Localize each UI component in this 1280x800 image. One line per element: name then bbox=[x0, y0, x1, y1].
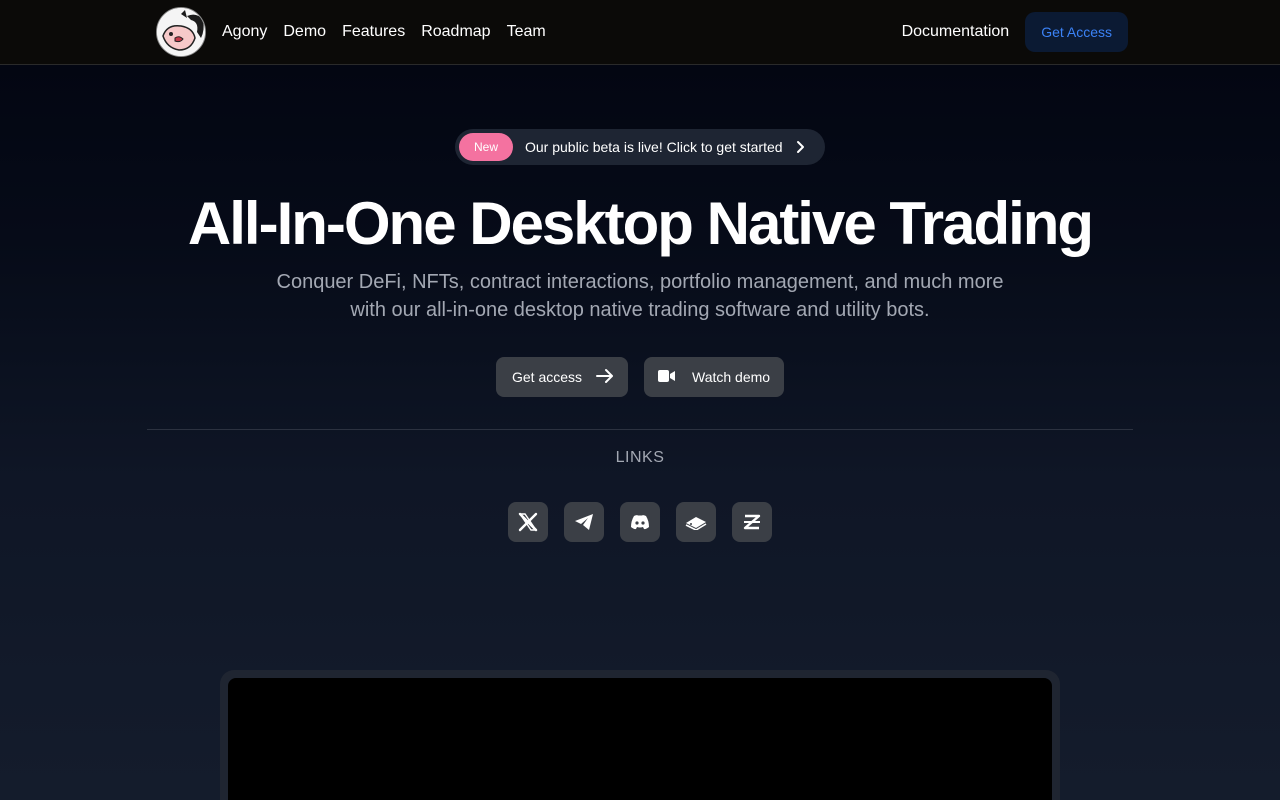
brand-logo[interactable] bbox=[156, 7, 206, 57]
documentation-link[interactable]: Documentation bbox=[902, 23, 1010, 41]
social-links bbox=[0, 502, 1280, 542]
new-pill: New bbox=[459, 133, 513, 161]
chevron-right-icon bbox=[795, 140, 805, 154]
section-divider bbox=[147, 429, 1133, 430]
demo-video-player[interactable] bbox=[228, 678, 1052, 800]
nav-right: Documentation Get Access bbox=[902, 12, 1128, 52]
nav-link-demo[interactable]: Demo bbox=[283, 23, 326, 41]
hero-subtitle: Conquer DeFi, NFTs, contract interaction… bbox=[270, 268, 1010, 324]
top-nav: Agony Demo Features Roadmap Team Documen… bbox=[0, 0, 1280, 65]
get-access-button[interactable]: Get access bbox=[496, 357, 628, 397]
hero-subtitle-line-1: Conquer DeFi, NFTs, contract interaction… bbox=[276, 271, 1004, 293]
linktree-icon[interactable] bbox=[732, 502, 772, 542]
gitbook-icon[interactable] bbox=[676, 502, 716, 542]
cta-row: Get access Watch demo bbox=[0, 357, 1280, 397]
video-camera-icon bbox=[658, 369, 676, 386]
watch-demo-label: Watch demo bbox=[692, 369, 771, 385]
telegram-icon[interactable] bbox=[564, 502, 604, 542]
arrow-right-icon bbox=[596, 368, 614, 387]
nav-links: Agony Demo Features Roadmap Team bbox=[222, 0, 546, 64]
demo-video-frame bbox=[220, 670, 1060, 800]
discord-icon[interactable] bbox=[620, 502, 660, 542]
x-twitter-icon[interactable] bbox=[508, 502, 548, 542]
nav-link-agony[interactable]: Agony bbox=[222, 23, 267, 41]
get-access-nav-button[interactable]: Get Access bbox=[1025, 12, 1128, 52]
hero-subtitle-line-2: with our all-in-one desktop native tradi… bbox=[350, 299, 930, 321]
nav-link-features[interactable]: Features bbox=[342, 23, 405, 41]
watch-demo-button[interactable]: Watch demo bbox=[644, 357, 784, 397]
get-access-label: Get access bbox=[512, 369, 583, 385]
badge-text: Our public beta is live! Click to get st… bbox=[525, 139, 783, 155]
nav-link-roadmap[interactable]: Roadmap bbox=[421, 23, 490, 41]
links-heading: LINKS bbox=[615, 449, 665, 466]
hero-title: All-In-One Desktop Native Trading bbox=[187, 190, 1094, 257]
beta-announcement-badge[interactable]: New Our public beta is live! Click to ge… bbox=[455, 129, 825, 165]
nav-link-team[interactable]: Team bbox=[507, 23, 546, 41]
